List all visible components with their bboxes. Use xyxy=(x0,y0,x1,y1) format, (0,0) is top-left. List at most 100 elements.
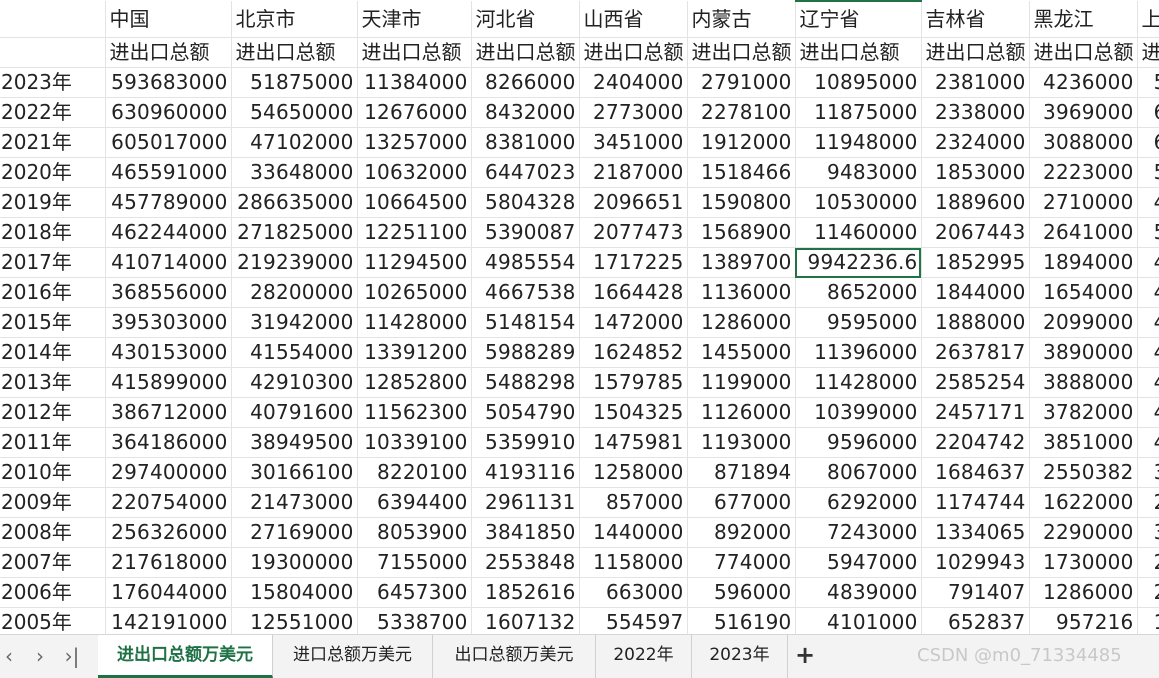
corner-cell[interactable] xyxy=(0,1,106,38)
add-sheet-icon[interactable]: + xyxy=(792,642,818,668)
data-cell[interactable]: 415899000 xyxy=(105,367,232,398)
data-cell[interactable]: 462244000 xyxy=(105,217,232,248)
data-cell[interactable]: 1717225 xyxy=(579,247,688,278)
data-cell[interactable]: 21473000 xyxy=(231,487,358,518)
data-cell[interactable]: 1136000 xyxy=(687,277,796,308)
column-header-cell[interactable]: 黑龙江 xyxy=(1029,1,1138,38)
data-cell[interactable]: 42910300 xyxy=(231,367,358,398)
year-label-cell[interactable]: 2010年 xyxy=(0,457,106,488)
data-cell[interactable]: 12676000 xyxy=(357,97,472,128)
data-cell[interactable]: 3451000 xyxy=(579,127,688,158)
sheet-tab[interactable]: 进口总额万美元 xyxy=(273,635,433,678)
data-cell[interactable]: 857000 xyxy=(579,487,688,518)
data-cell[interactable]: 2 xyxy=(1137,487,1159,518)
data-cell[interactable]: 2278100 xyxy=(687,97,796,128)
year-label-cell[interactable]: 2012年 xyxy=(0,397,106,428)
data-cell[interactable]: 7243000 xyxy=(795,517,922,548)
data-cell[interactable]: 33648000 xyxy=(231,157,358,188)
data-cell[interactable]: 4 xyxy=(1137,187,1159,218)
year-label-cell[interactable]: 2017年 xyxy=(0,247,106,278)
data-cell[interactable]: 5 xyxy=(1137,217,1159,248)
data-cell[interactable]: 2585254 xyxy=(921,367,1030,398)
data-cell[interactable]: 1193000 xyxy=(687,427,796,458)
year-label-cell[interactable]: 2014年 xyxy=(0,337,106,368)
data-cell[interactable]: 2324000 xyxy=(921,127,1030,158)
data-cell[interactable]: 7155000 xyxy=(357,547,472,578)
data-cell[interactable]: 47102000 xyxy=(231,127,358,158)
data-cell[interactable]: 2791000 xyxy=(687,67,796,98)
year-label-cell[interactable]: 2020年 xyxy=(0,157,106,188)
data-cell[interactable]: 2099000 xyxy=(1029,307,1138,338)
column-header-cell[interactable]: 上 xyxy=(1137,1,1159,38)
data-cell[interactable]: 11294500 xyxy=(357,247,472,278)
subheader-cell[interactable]: 进出口总额 xyxy=(1137,37,1159,68)
data-cell[interactable]: 2 xyxy=(1137,577,1159,608)
year-label-cell[interactable]: 2021年 xyxy=(0,127,106,158)
data-cell[interactable]: 368556000 xyxy=(105,277,232,308)
data-cell[interactable]: 871894 xyxy=(687,457,796,488)
data-cell[interactable]: 5488298 xyxy=(471,367,580,398)
data-cell[interactable]: 11460000 xyxy=(795,217,922,248)
data-cell[interactable]: 11948000 xyxy=(795,127,922,158)
data-cell[interactable]: 4 xyxy=(1137,307,1159,338)
data-cell[interactable]: 652837 xyxy=(921,607,1030,634)
data-cell[interactable]: 516190 xyxy=(687,607,796,634)
data-cell[interactable]: 219239000 xyxy=(231,247,358,278)
data-cell[interactable]: 892000 xyxy=(687,517,796,548)
data-cell[interactable]: 10632000 xyxy=(357,157,472,188)
data-cell[interactable]: 1258000 xyxy=(579,457,688,488)
data-cell[interactable]: 30166100 xyxy=(231,457,358,488)
data-cell[interactable]: 1174744 xyxy=(921,487,1030,518)
data-cell[interactable]: 12251100 xyxy=(357,217,472,248)
corner-cell[interactable] xyxy=(0,37,106,68)
data-cell[interactable]: 27169000 xyxy=(231,517,358,548)
data-cell[interactable]: 1888000 xyxy=(921,307,1030,338)
data-cell[interactable]: 176044000 xyxy=(105,577,232,608)
data-cell[interactable]: 1389700 xyxy=(687,247,796,278)
data-cell[interactable]: 11875000 xyxy=(795,97,922,128)
data-cell[interactable]: 2290000 xyxy=(1029,517,1138,548)
column-header-cell[interactable]: 辽宁省 xyxy=(795,0,922,38)
data-cell[interactable]: 5 xyxy=(1137,67,1159,98)
column-header-cell[interactable]: 北京市 xyxy=(231,1,358,38)
data-cell[interactable]: 1518466 xyxy=(687,157,796,188)
data-cell[interactable]: 8266000 xyxy=(471,67,580,98)
data-cell[interactable]: 8053900 xyxy=(357,517,472,548)
data-cell[interactable]: 9942236.6 xyxy=(795,247,922,278)
data-cell[interactable]: 1622000 xyxy=(1029,487,1138,518)
data-cell[interactable]: 1844000 xyxy=(921,277,1030,308)
subheader-cell[interactable]: 进出口总额 xyxy=(795,37,922,68)
data-cell[interactable]: 5988289 xyxy=(471,337,580,368)
year-label-cell[interactable]: 2013年 xyxy=(0,367,106,398)
data-cell[interactable]: 2381000 xyxy=(921,67,1030,98)
data-cell[interactable]: 3841850 xyxy=(471,517,580,548)
data-cell[interactable]: 10339100 xyxy=(357,427,472,458)
data-cell[interactable]: 1126000 xyxy=(687,397,796,428)
data-cell[interactable]: 2096651 xyxy=(579,187,688,218)
data-cell[interactable]: 364186000 xyxy=(105,427,232,458)
column-header-cell[interactable]: 河北省 xyxy=(471,1,580,38)
year-label-cell[interactable]: 2011年 xyxy=(0,427,106,458)
data-cell[interactable]: 1684637 xyxy=(921,457,1030,488)
data-cell[interactable]: 15804000 xyxy=(231,577,358,608)
data-cell[interactable]: 1607132 xyxy=(471,607,580,634)
data-cell[interactable]: 2077473 xyxy=(579,217,688,248)
column-header-cell[interactable]: 吉林省 xyxy=(921,1,1030,38)
data-cell[interactable]: 8220100 xyxy=(357,457,472,488)
data-cell[interactable]: 395303000 xyxy=(105,307,232,338)
data-cell[interactable]: 31942000 xyxy=(231,307,358,338)
data-cell[interactable]: 220754000 xyxy=(105,487,232,518)
data-cell[interactable]: 217618000 xyxy=(105,547,232,578)
data-cell[interactable]: 4 xyxy=(1137,247,1159,278)
data-cell[interactable]: 2457171 xyxy=(921,397,1030,428)
data-cell[interactable]: 663000 xyxy=(579,577,688,608)
data-cell[interactable]: 1894000 xyxy=(1029,247,1138,278)
data-cell[interactable]: 10399000 xyxy=(795,397,922,428)
data-cell[interactable]: 596000 xyxy=(687,577,796,608)
data-cell[interactable]: 13391200 xyxy=(357,337,472,368)
data-cell[interactable]: 1029943 xyxy=(921,547,1030,578)
data-cell[interactable]: 11428000 xyxy=(795,367,922,398)
data-cell[interactable]: 2187000 xyxy=(579,157,688,188)
scroll-next-sheet-icon[interactable]: › xyxy=(28,645,52,667)
data-cell[interactable]: 38949500 xyxy=(231,427,358,458)
